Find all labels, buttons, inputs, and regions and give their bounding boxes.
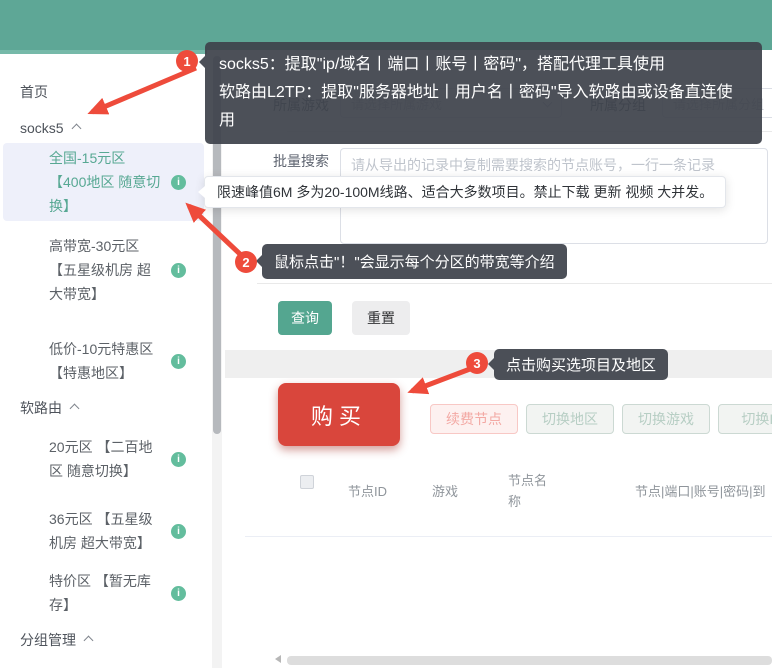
divider <box>257 283 772 284</box>
tooltip-arrow-icon <box>488 358 494 370</box>
info-icon[interactable]: i <box>171 175 186 190</box>
tooltip-arrow-icon <box>198 186 205 198</box>
sidebar-group-label: 软路由 <box>20 400 62 416</box>
step1-badge: 1 <box>176 50 198 72</box>
switch-region-button[interactable]: 切换地区 <box>526 404 614 434</box>
sidebar-item-label: 36元区 【五星级机房 超大带宽】 <box>49 507 163 555</box>
step2-tooltip: 鼠标点击"！"会显示每个分区的带宽等介绍 <box>262 244 567 279</box>
reset-button[interactable]: 重置 <box>352 301 410 335</box>
step1-tooltip-line1: socks5：提取"ip/域名丨端口丨账号丨密码"，搭配代理工具使用 <box>219 51 748 79</box>
query-button[interactable]: 查询 <box>278 301 332 335</box>
sidebar-item-lowprice-10[interactable]: 低价-10元特惠区 【特惠地区】 i <box>3 330 204 392</box>
app-window: 糖果IP 首页 socks5 全国-15元区 【400地区 随意切换】 i 高带… <box>0 0 772 668</box>
divider <box>245 536 772 537</box>
sidebar-group-socks5[interactable]: socks5 <box>20 120 80 136</box>
sidebar-item-label: 特价区 【暂无库存】 <box>49 569 163 617</box>
sidebar-group-groupmgmt[interactable]: 分组管理 <box>20 630 92 650</box>
switch-game-button[interactable]: 切换游戏 <box>622 404 710 434</box>
renew-node-button[interactable]: 续费节点 <box>430 404 518 434</box>
sidebar: 首页 socks5 全国-15元区 【400地区 随意切换】 i 高带宽-30元… <box>0 54 207 668</box>
info-icon[interactable]: i <box>171 263 186 278</box>
column-header-node-credentials: 节点|端口|账号|密码|到 <box>635 481 766 500</box>
batch-search-label: 批量搜索 <box>273 151 329 171</box>
step2-tooltip-text: 鼠标点击"！"会显示每个分区的带宽等介绍 <box>274 254 555 271</box>
select-all-checkbox[interactable] <box>300 475 314 489</box>
info-icon[interactable]: i <box>171 354 186 369</box>
step3-tooltip: 点击购买选项目及地区 <box>494 349 668 380</box>
sidebar-item-20yuan[interactable]: 20元区 【二百地区 随意切换】 i <box>3 428 204 490</box>
step1-tooltip-line2: 软路由L2TP：提取"服务器地址丨用户名丨密码"导入软路由或设备直连使用 <box>219 79 748 135</box>
sidebar-item-label: 首页 <box>20 84 48 100</box>
sidebar-item-label: 全国-15元区 【400地区 随意切换】 <box>49 146 163 218</box>
batch-search-placeholder: 请从导出的记录中复制需要搜索的节点账号，一行一条记录 <box>351 155 757 175</box>
column-header-node-id: 节点ID <box>348 481 387 500</box>
sidebar-item-label: 高带宽-30元区 【五星级机房 超大带宽】 <box>49 234 163 306</box>
chevron-up-icon <box>70 404 80 414</box>
sidebar-item-label: 20元区 【二百地区 随意切换】 <box>49 435 163 483</box>
info-icon[interactable]: i <box>171 586 186 601</box>
step3-tooltip-text: 点击购买选项目及地区 <box>506 357 656 374</box>
step3-badge: 3 <box>466 352 488 374</box>
bandwidth-tooltip: 限速峰值6M 多为20-100M线路、适合大多数项目。禁止下载 更新 视频 大并… <box>204 176 726 208</box>
horizontal-scrollbar-thumb[interactable] <box>287 656 772 665</box>
column-header-node-name: 节点名称 <box>508 470 552 512</box>
info-icon[interactable]: i <box>171 452 186 467</box>
sidebar-item-special[interactable]: 特价区 【暂无库存】 i <box>3 562 204 624</box>
sidebar-group-label: 分组管理 <box>20 632 76 648</box>
tooltip-arrow-icon <box>199 56 205 68</box>
bandwidth-tooltip-text: 限速峰值6M 多为20-100M线路、适合大多数项目。禁止下载 更新 视频 大并… <box>217 184 713 200</box>
sidebar-group-label: socks5 <box>20 120 64 136</box>
info-icon[interactable]: i <box>171 524 186 539</box>
sidebar-item-36yuan[interactable]: 36元区 【五星级机房 超大带宽】 i <box>3 500 204 562</box>
column-header-game: 游戏 <box>432 481 458 500</box>
switch-ip-button[interactable]: 切换IP <box>718 404 772 434</box>
step2-badge: 2 <box>235 251 257 273</box>
chevron-up-icon <box>84 636 94 646</box>
sidebar-item-nationwide-15[interactable]: 全国-15元区 【400地区 随意切换】 i <box>3 143 204 221</box>
table-card: 购买 续费节点 切换地区 切换游戏 切换IP 节点ID 游戏 节点名称 节点|端… <box>225 378 772 668</box>
sidebar-item-home[interactable]: 首页 <box>20 82 48 102</box>
sidebar-item-label: 低价-10元特惠区 【特惠地区】 <box>49 337 163 385</box>
chevron-up-icon <box>71 124 81 134</box>
sidebar-group-softrouter[interactable]: 软路由 <box>20 398 78 418</box>
scrollbar-left-arrow-icon[interactable] <box>275 655 281 663</box>
buy-button[interactable]: 购买 <box>278 383 400 446</box>
step1-tooltip: socks5：提取"ip/域名丨端口丨账号丨密码"，搭配代理工具使用 软路由L2… <box>205 42 762 144</box>
sidebar-item-highband-30[interactable]: 高带宽-30元区 【五星级机房 超大带宽】 i <box>3 234 204 306</box>
